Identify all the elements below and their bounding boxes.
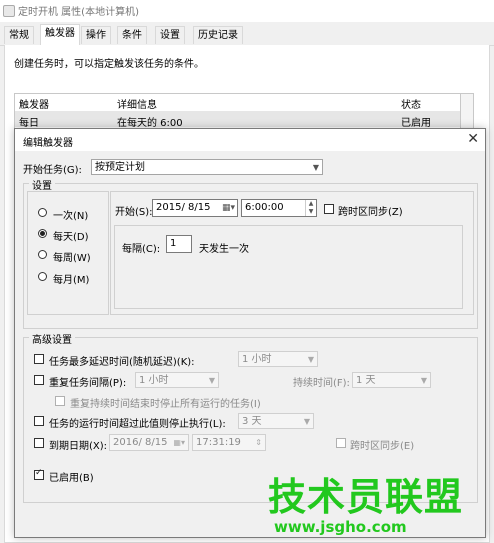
- expire-time-value: 17:31:19: [196, 437, 241, 448]
- enabled-label[interactable]: 已启用(B): [49, 469, 94, 484]
- dialog-title: 编辑触发器: [23, 138, 73, 149]
- every-unit-label: 天发生一次: [199, 244, 249, 255]
- expire-sync-checkbox[interactable]: [336, 438, 346, 448]
- watermark-text: 技术员联盟: [268, 475, 464, 519]
- radio-daily-label[interactable]: 每天(D): [53, 228, 89, 243]
- settings-group-label: 设置: [29, 177, 55, 192]
- stop-all-checkbox[interactable]: [55, 396, 65, 406]
- close-icon[interactable]: ✕: [467, 131, 479, 147]
- site-watermark-logo: 技术员联盟 www.jsgho.com: [268, 466, 494, 542]
- radio-weekly-label[interactable]: 每周(W): [53, 249, 91, 264]
- repeat-checkbox[interactable]: [34, 375, 44, 385]
- watermark-url: www.jsgho.com: [274, 518, 407, 536]
- tab-triggers[interactable]: 触发器: [40, 24, 80, 45]
- radio-once[interactable]: [38, 208, 47, 217]
- tab-actions[interactable]: 操作: [81, 26, 111, 44]
- radio-once-label[interactable]: 一次(N): [53, 207, 88, 222]
- column-header-status[interactable]: 状态: [401, 96, 421, 111]
- sync-timezone-label[interactable]: 跨时区同步(Z): [338, 203, 403, 218]
- delay-value: 1 小时: [242, 354, 272, 365]
- tab-history[interactable]: 历史记录: [193, 26, 243, 44]
- triggers-description: 创建任务时，可以指定触发该任务的条件。: [14, 59, 204, 70]
- table-cell-trigger: 每日: [19, 118, 39, 129]
- every-label: 每隔(C):: [122, 244, 161, 255]
- stop-if-runs-value: 3 天: [242, 416, 262, 427]
- table-row-selected[interactable]: [15, 111, 461, 127]
- column-header-details[interactable]: 详细信息: [117, 96, 157, 111]
- every-days-input[interactable]: 1: [166, 235, 192, 253]
- expire-date-value: 2016/ 8/15: [113, 437, 168, 448]
- calendar-dropdown-icon: ▦▾: [173, 438, 185, 447]
- stop-if-runs-select[interactable]: 3 天 ▼: [238, 413, 314, 429]
- table-scrollbar[interactable]: [460, 93, 474, 130]
- repeat-label[interactable]: 重复任务间隔(P):: [49, 374, 126, 389]
- time-spinner-icon: ⇕: [255, 438, 262, 447]
- stop-if-runs-checkbox[interactable]: [34, 416, 44, 426]
- stop-all-label: 重复持续时间结束时停止所有运行的任务(I): [70, 399, 261, 410]
- parent-title-bar: 定时开机 属性(本地计算机): [0, 0, 494, 22]
- expire-date-picker[interactable]: 2016/ 8/15 ▦▾: [109, 434, 189, 451]
- enabled-checkbox[interactable]: [34, 468, 44, 480]
- radio-weekly[interactable]: [38, 250, 47, 259]
- chevron-down-icon: ▼: [312, 163, 319, 172]
- parent-window-title: 定时开机 属性(本地计算机): [18, 7, 139, 18]
- start-task-select[interactable]: 按预定计划 ▼: [91, 159, 323, 175]
- tab-conditions[interactable]: 条件: [117, 26, 147, 44]
- start-label: 开始(S):: [115, 207, 153, 218]
- table-cell-details: 在每天的 6:00: [117, 118, 183, 129]
- delay-label[interactable]: 任务最多延迟时间(随机延迟)(K):: [49, 353, 195, 368]
- radio-daily[interactable]: [38, 229, 47, 238]
- start-time-value: 6:00:00: [245, 202, 284, 213]
- repeat-interval-value: 1 小时: [139, 375, 169, 386]
- start-task-value: 按预定计划: [95, 162, 145, 173]
- expire-time-input[interactable]: 17:31:19 ⇕: [192, 434, 266, 451]
- chevron-down-icon: ▼: [303, 417, 310, 426]
- duration-label: 持续时间(F):: [293, 378, 350, 389]
- time-spinner-icon[interactable]: ▲ ▼: [305, 200, 316, 216]
- expire-checkbox[interactable]: [34, 438, 44, 448]
- start-task-label: 开始任务(G):: [23, 165, 82, 176]
- expire-label[interactable]: 到期日期(X):: [49, 437, 107, 452]
- chevron-down-icon: ▼: [208, 376, 215, 385]
- radio-monthly[interactable]: [38, 272, 47, 281]
- delay-checkbox[interactable]: [34, 354, 44, 364]
- column-header-trigger[interactable]: 触发器: [19, 96, 49, 111]
- advanced-settings-label: 高级设置: [29, 331, 75, 346]
- delay-select[interactable]: 1 小时 ▼: [238, 351, 318, 367]
- calendar-dropdown-icon[interactable]: ▦▾: [222, 201, 235, 215]
- table-cell-status: 已启用: [401, 118, 431, 129]
- chevron-down-icon: ▼: [307, 355, 314, 364]
- start-date-picker[interactable]: 2015/ 8/15 ▦▾: [152, 199, 238, 217]
- duration-value: 1 天: [356, 375, 376, 386]
- dialog-title-bar: 编辑触发器 ✕: [15, 129, 485, 151]
- radio-monthly-label[interactable]: 每月(M): [53, 271, 89, 286]
- parent-tab-bar: 常规 触发器 操作 条件 设置 历史记录: [0, 24, 494, 46]
- stop-if-runs-label[interactable]: 任务的运行时间超过此值则停止执行(L):: [49, 415, 226, 430]
- tab-general[interactable]: 常规: [4, 26, 34, 44]
- duration-select[interactable]: 1 天 ▼: [352, 372, 431, 388]
- start-time-input[interactable]: 6:00:00 ▲ ▼: [241, 199, 317, 217]
- tab-settings[interactable]: 设置: [155, 26, 185, 44]
- clock-app-icon: [3, 5, 15, 17]
- triggers-table: 触发器 详细信息 状态 每日 在每天的 6:00 已启用: [14, 93, 462, 130]
- chevron-down-icon: ▼: [420, 376, 427, 385]
- expire-sync-label: 跨时区同步(E): [350, 441, 415, 452]
- sync-timezone-checkbox[interactable]: [324, 204, 334, 214]
- repeat-interval-select[interactable]: 1 小时 ▼: [135, 372, 219, 388]
- start-date-value: 2015/ 8/15: [156, 202, 211, 213]
